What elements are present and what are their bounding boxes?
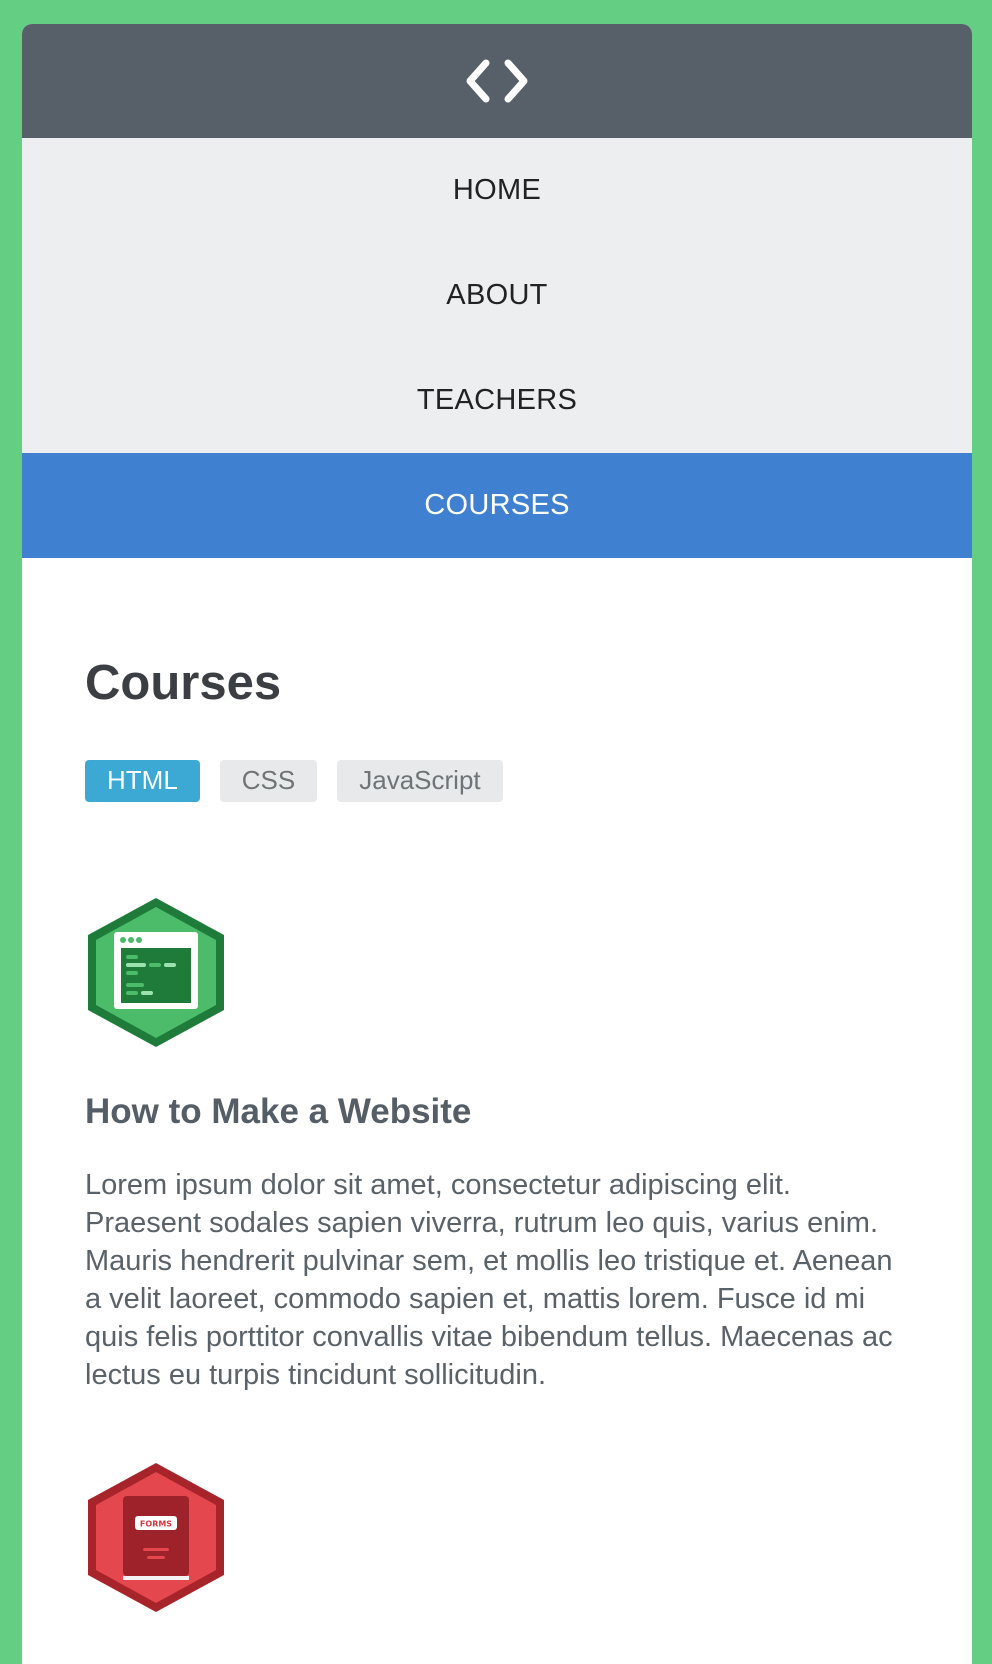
nav-item-teachers[interactable]: TEACHERS bbox=[22, 348, 972, 453]
page-title: Courses bbox=[85, 656, 282, 710]
nav-item-home[interactable]: HOME bbox=[22, 138, 972, 243]
course-card: FORMS bbox=[85, 1460, 909, 1615]
tag-css[interactable]: CSS bbox=[219, 759, 318, 802]
html-badge-icon bbox=[88, 897, 224, 1047]
course-filter-tags: HTML CSS JavaScript bbox=[85, 759, 909, 802]
course-card: How to Make a Website Lorem ipsum dolor … bbox=[85, 895, 909, 1394]
course-title[interactable]: How to Make a Website bbox=[85, 1092, 909, 1132]
code-brackets-icon[interactable] bbox=[462, 57, 532, 105]
forms-badge-icon: FORMS bbox=[88, 1462, 224, 1612]
tag-html[interactable]: HTML bbox=[85, 759, 200, 802]
svg-text:FORMS: FORMS bbox=[140, 1519, 172, 1528]
page-container: HOME ABOUT TEACHERS COURSES Courses HTML… bbox=[22, 24, 972, 1664]
nav-item-about[interactable]: ABOUT bbox=[22, 243, 972, 348]
site-header bbox=[22, 24, 972, 138]
main-nav: HOME ABOUT TEACHERS COURSES bbox=[22, 138, 972, 558]
tag-javascript[interactable]: JavaScript bbox=[337, 759, 503, 802]
main-content: Courses HTML CSS JavaScript How to Make … bbox=[22, 558, 972, 1615]
course-description: Lorem ipsum dolor sit amet, consectetur … bbox=[85, 1168, 893, 1391]
nav-item-courses[interactable]: COURSES bbox=[22, 453, 972, 558]
